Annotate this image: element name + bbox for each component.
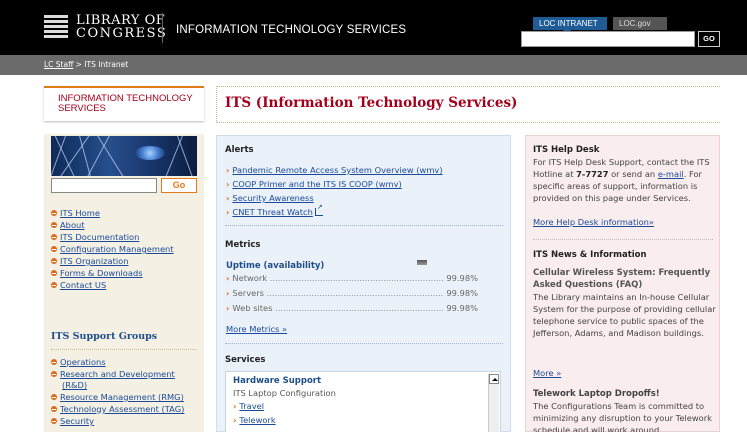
divider bbox=[51, 349, 197, 350]
breadcrumb-current: ITS Intranet bbox=[84, 60, 129, 69]
news-more-link[interactable]: More » bbox=[533, 368, 561, 378]
uptime-heading: Uptime (availability) bbox=[226, 261, 325, 271]
news-heading: ITS News & Information bbox=[533, 250, 647, 260]
metrics-graph-icon bbox=[417, 260, 427, 265]
more-metrics-link[interactable]: More Metrics » bbox=[226, 324, 287, 334]
help-desk-email-link[interactable]: e-mail bbox=[658, 169, 684, 179]
hardware-scrollbar[interactable] bbox=[488, 374, 499, 432]
arrow-icon: › bbox=[226, 207, 230, 217]
support-item-research-development[interactable]: Research and Development bbox=[51, 369, 175, 379]
main-content-panel: Alerts › Pandemic Remote Access System Ov… bbox=[216, 135, 511, 432]
help-desk-text: For ITS Help Desk Support, contact the I… bbox=[533, 157, 710, 203]
site-header: LIBRARY OF CONGRESS INFORMATION TECHNOLO… bbox=[0, 0, 747, 55]
arrow-icon: › bbox=[226, 193, 230, 203]
bullet-icon bbox=[51, 394, 57, 400]
support-item-security[interactable]: Security bbox=[51, 416, 94, 426]
breadcrumb-separator: > bbox=[73, 60, 85, 69]
hardware-link-telework[interactable]: › Telework bbox=[233, 415, 276, 425]
support-groups-heading: ITS Support Groups bbox=[51, 331, 158, 342]
metric-row: › Network ...............................… bbox=[226, 273, 478, 283]
sidebar-right-panel: ITS Help Desk For ITS Help Desk Support,… bbox=[525, 135, 720, 432]
bullet-icon bbox=[51, 406, 57, 412]
support-item-technology-assessment[interactable]: Technology Assessment (TAG) bbox=[51, 404, 184, 414]
news-item2-text: The Configurations Team is committed to … bbox=[533, 401, 712, 432]
metrics-heading: Metrics bbox=[225, 240, 261, 250]
divider bbox=[225, 343, 503, 344]
logo-line2: CONGRESS bbox=[76, 26, 168, 41]
alert-link-cnet[interactable]: › CNET Threat Watch bbox=[226, 203, 323, 217]
sidebar-item-its-organization[interactable]: ITS Organization bbox=[51, 256, 128, 266]
sidebar-search-input[interactable] bbox=[51, 178, 157, 193]
bullet-icon bbox=[51, 418, 57, 424]
hardware-support-subtitle: ITS Laptop Configuration bbox=[233, 388, 336, 398]
sidebar-title[interactable]: INFORMATION TECHNOLOGY SERVICES bbox=[44, 86, 204, 121]
scroll-up-arrow-icon[interactable] bbox=[489, 374, 499, 384]
alert-link-pandemic[interactable]: › Pandemic Remote Access System Overview … bbox=[226, 165, 443, 175]
sidebar-item-configuration-management[interactable]: Configuration Management bbox=[51, 244, 174, 254]
alert-link-coop[interactable]: › COOP Primer and the ITS IS COOP (wmv) bbox=[226, 179, 402, 189]
hardware-support-box: Hardware Support ITS Laptop Configuratio… bbox=[225, 371, 501, 432]
support-item-rd-abbrev[interactable]: (R&D) bbox=[62, 380, 87, 390]
sidebar-go-button[interactable]: Go bbox=[161, 178, 197, 193]
sidebar-item-forms-downloads[interactable]: Forms & Downloads bbox=[51, 268, 143, 278]
bullet-icon bbox=[51, 222, 57, 228]
support-item-resource-management[interactable]: Resource Management (RMG) bbox=[51, 392, 184, 402]
sidebar: Go ITS Home About ITS Documentation Conf… bbox=[44, 134, 204, 432]
page-title-box: ITS (Information Technology Services) bbox=[216, 86, 720, 123]
arrow-icon: › bbox=[233, 401, 237, 411]
divider bbox=[533, 239, 713, 240]
arrow-icon: › bbox=[226, 303, 230, 313]
metric-value: 99.98% bbox=[444, 303, 478, 313]
metric-row: › Web sites .............................… bbox=[226, 303, 478, 313]
more-help-desk-link[interactable]: More Help Desk information» bbox=[533, 217, 654, 227]
metric-value: 99.98% bbox=[444, 288, 478, 298]
arrow-icon: › bbox=[226, 165, 230, 175]
alerts-heading: Alerts bbox=[225, 145, 254, 155]
arrow-icon: › bbox=[226, 179, 230, 189]
sidebar-item-its-home[interactable]: ITS Home bbox=[51, 208, 100, 218]
arrow-icon: › bbox=[226, 273, 230, 283]
external-link-icon bbox=[314, 203, 323, 216]
bullet-icon bbox=[51, 359, 57, 365]
services-heading: Services bbox=[225, 355, 266, 365]
breadcrumb: LC Staff > ITS Intranet bbox=[44, 60, 128, 69]
help-desk-heading: ITS Help Desk bbox=[533, 145, 600, 155]
sidebar-item-contact-us[interactable]: Contact US bbox=[51, 280, 106, 290]
header-search-input[interactable] bbox=[521, 31, 695, 47]
header-divider bbox=[162, 13, 163, 43]
header-go-button[interactable]: GO bbox=[698, 31, 720, 47]
divider bbox=[225, 225, 503, 226]
site-title: INFORMATION TECHNOLOGY SERVICES bbox=[176, 24, 407, 36]
tab-loc-intranet[interactable]: LOC INTRANET bbox=[533, 17, 607, 34]
bullet-icon bbox=[51, 210, 57, 216]
hardware-link-travel[interactable]: › Travel bbox=[233, 401, 264, 411]
bullet-icon bbox=[51, 234, 57, 240]
breadcrumb-bar: LC Staff > ITS Intranet bbox=[0, 55, 747, 75]
hardware-support-title: Hardware Support bbox=[233, 376, 322, 386]
loc-book-icon bbox=[44, 15, 70, 39]
sidebar-banner-image bbox=[51, 136, 197, 176]
loc-logo[interactable]: LIBRARY OF CONGRESS bbox=[44, 14, 166, 41]
arrow-icon: › bbox=[226, 288, 230, 298]
alert-link-security-awareness[interactable]: › Security Awareness bbox=[226, 193, 314, 203]
metric-row: › Servers ...............................… bbox=[226, 288, 478, 298]
tab-loc-gov[interactable]: LOC.gov bbox=[613, 17, 667, 30]
bullet-icon bbox=[51, 258, 57, 264]
bullet-icon bbox=[51, 371, 57, 377]
metric-value: 99.98% bbox=[444, 273, 478, 283]
news-item1-title: Cellular Wireless System: Frequently Ask… bbox=[533, 268, 711, 290]
bullet-icon bbox=[51, 270, 57, 276]
news-item2-title: Telework Laptop Dropoffs! bbox=[533, 389, 660, 399]
arrow-icon: › bbox=[233, 415, 237, 425]
news-item1-text: The Library maintains an In-house Cellul… bbox=[533, 292, 716, 338]
sidebar-item-its-documentation[interactable]: ITS Documentation bbox=[51, 232, 139, 242]
help-desk-phone: 7-7727 bbox=[576, 169, 609, 179]
page-title: ITS (Information Technology Services) bbox=[225, 95, 518, 111]
bullet-icon bbox=[51, 246, 57, 252]
breadcrumb-lc-staff-link[interactable]: LC Staff bbox=[44, 60, 73, 69]
support-item-operations[interactable]: Operations bbox=[51, 357, 106, 367]
sidebar-item-about[interactable]: About bbox=[51, 220, 85, 230]
bullet-icon bbox=[51, 282, 57, 288]
